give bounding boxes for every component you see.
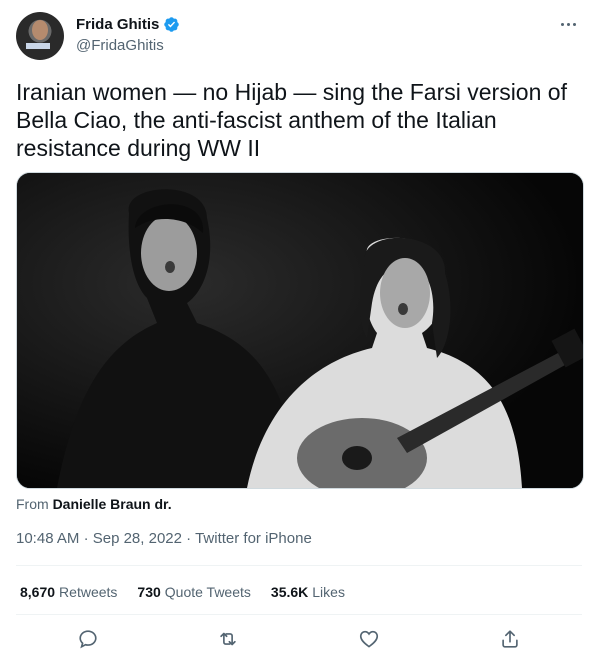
from-account-link[interactable]: Danielle Braun dr. (53, 496, 172, 512)
reply-icon[interactable] (77, 628, 99, 650)
likes-label: Likes (312, 584, 345, 600)
divider (16, 614, 582, 615)
heart-icon[interactable] (358, 628, 380, 650)
tweet-video[interactable] (16, 172, 584, 489)
tweet-date[interactable]: Sep 28, 2022 (93, 530, 182, 547)
avatar[interactable] (16, 12, 64, 60)
retweets-label: Retweets (59, 584, 118, 600)
tweet-header: Frida Ghitis @FridaGhitis (16, 12, 582, 62)
likes-stat[interactable]: 35.6K Likes (271, 584, 345, 600)
retweet-icon[interactable] (217, 628, 239, 650)
divider (16, 565, 582, 566)
quote-tweets-stat[interactable]: 730 Quote Tweets (137, 584, 251, 600)
share-icon[interactable] (499, 628, 521, 650)
more-icon[interactable] (556, 18, 580, 30)
author-handle[interactable]: @FridaGhitis (76, 37, 164, 54)
tweet-meta: 10:48 AM · Sep 28, 2022 · Twitter for iP… (16, 530, 312, 547)
author-display-name[interactable]: Frida Ghitis (76, 16, 159, 33)
author-name-row[interactable]: Frida Ghitis (76, 16, 180, 33)
tweet-text: Iranian women — no Hijab — sing the Fars… (16, 79, 567, 161)
likes-count: 35.6K (270, 584, 309, 600)
media-attribution: From Danielle Braun dr. (16, 496, 172, 512)
quotes-label: Quote Tweets (164, 584, 251, 600)
tweet-source[interactable]: Twitter for iPhone (195, 530, 312, 547)
action-bar (16, 628, 582, 654)
from-label: From (16, 496, 49, 512)
verified-icon (164, 17, 180, 32)
quotes-count: 730 (137, 584, 161, 600)
tweet-time[interactable]: 10:48 AM (16, 530, 79, 547)
meta-separator: · (186, 530, 192, 547)
retweets-stat[interactable]: 8,670 Retweets (20, 584, 117, 600)
engagement-stats: 8,670 Retweets 730 Quote Tweets 35.6K Likes (20, 584, 345, 600)
video-frame (17, 173, 583, 488)
meta-separator: · (83, 530, 89, 547)
retweets-count: 8,670 (20, 584, 56, 600)
